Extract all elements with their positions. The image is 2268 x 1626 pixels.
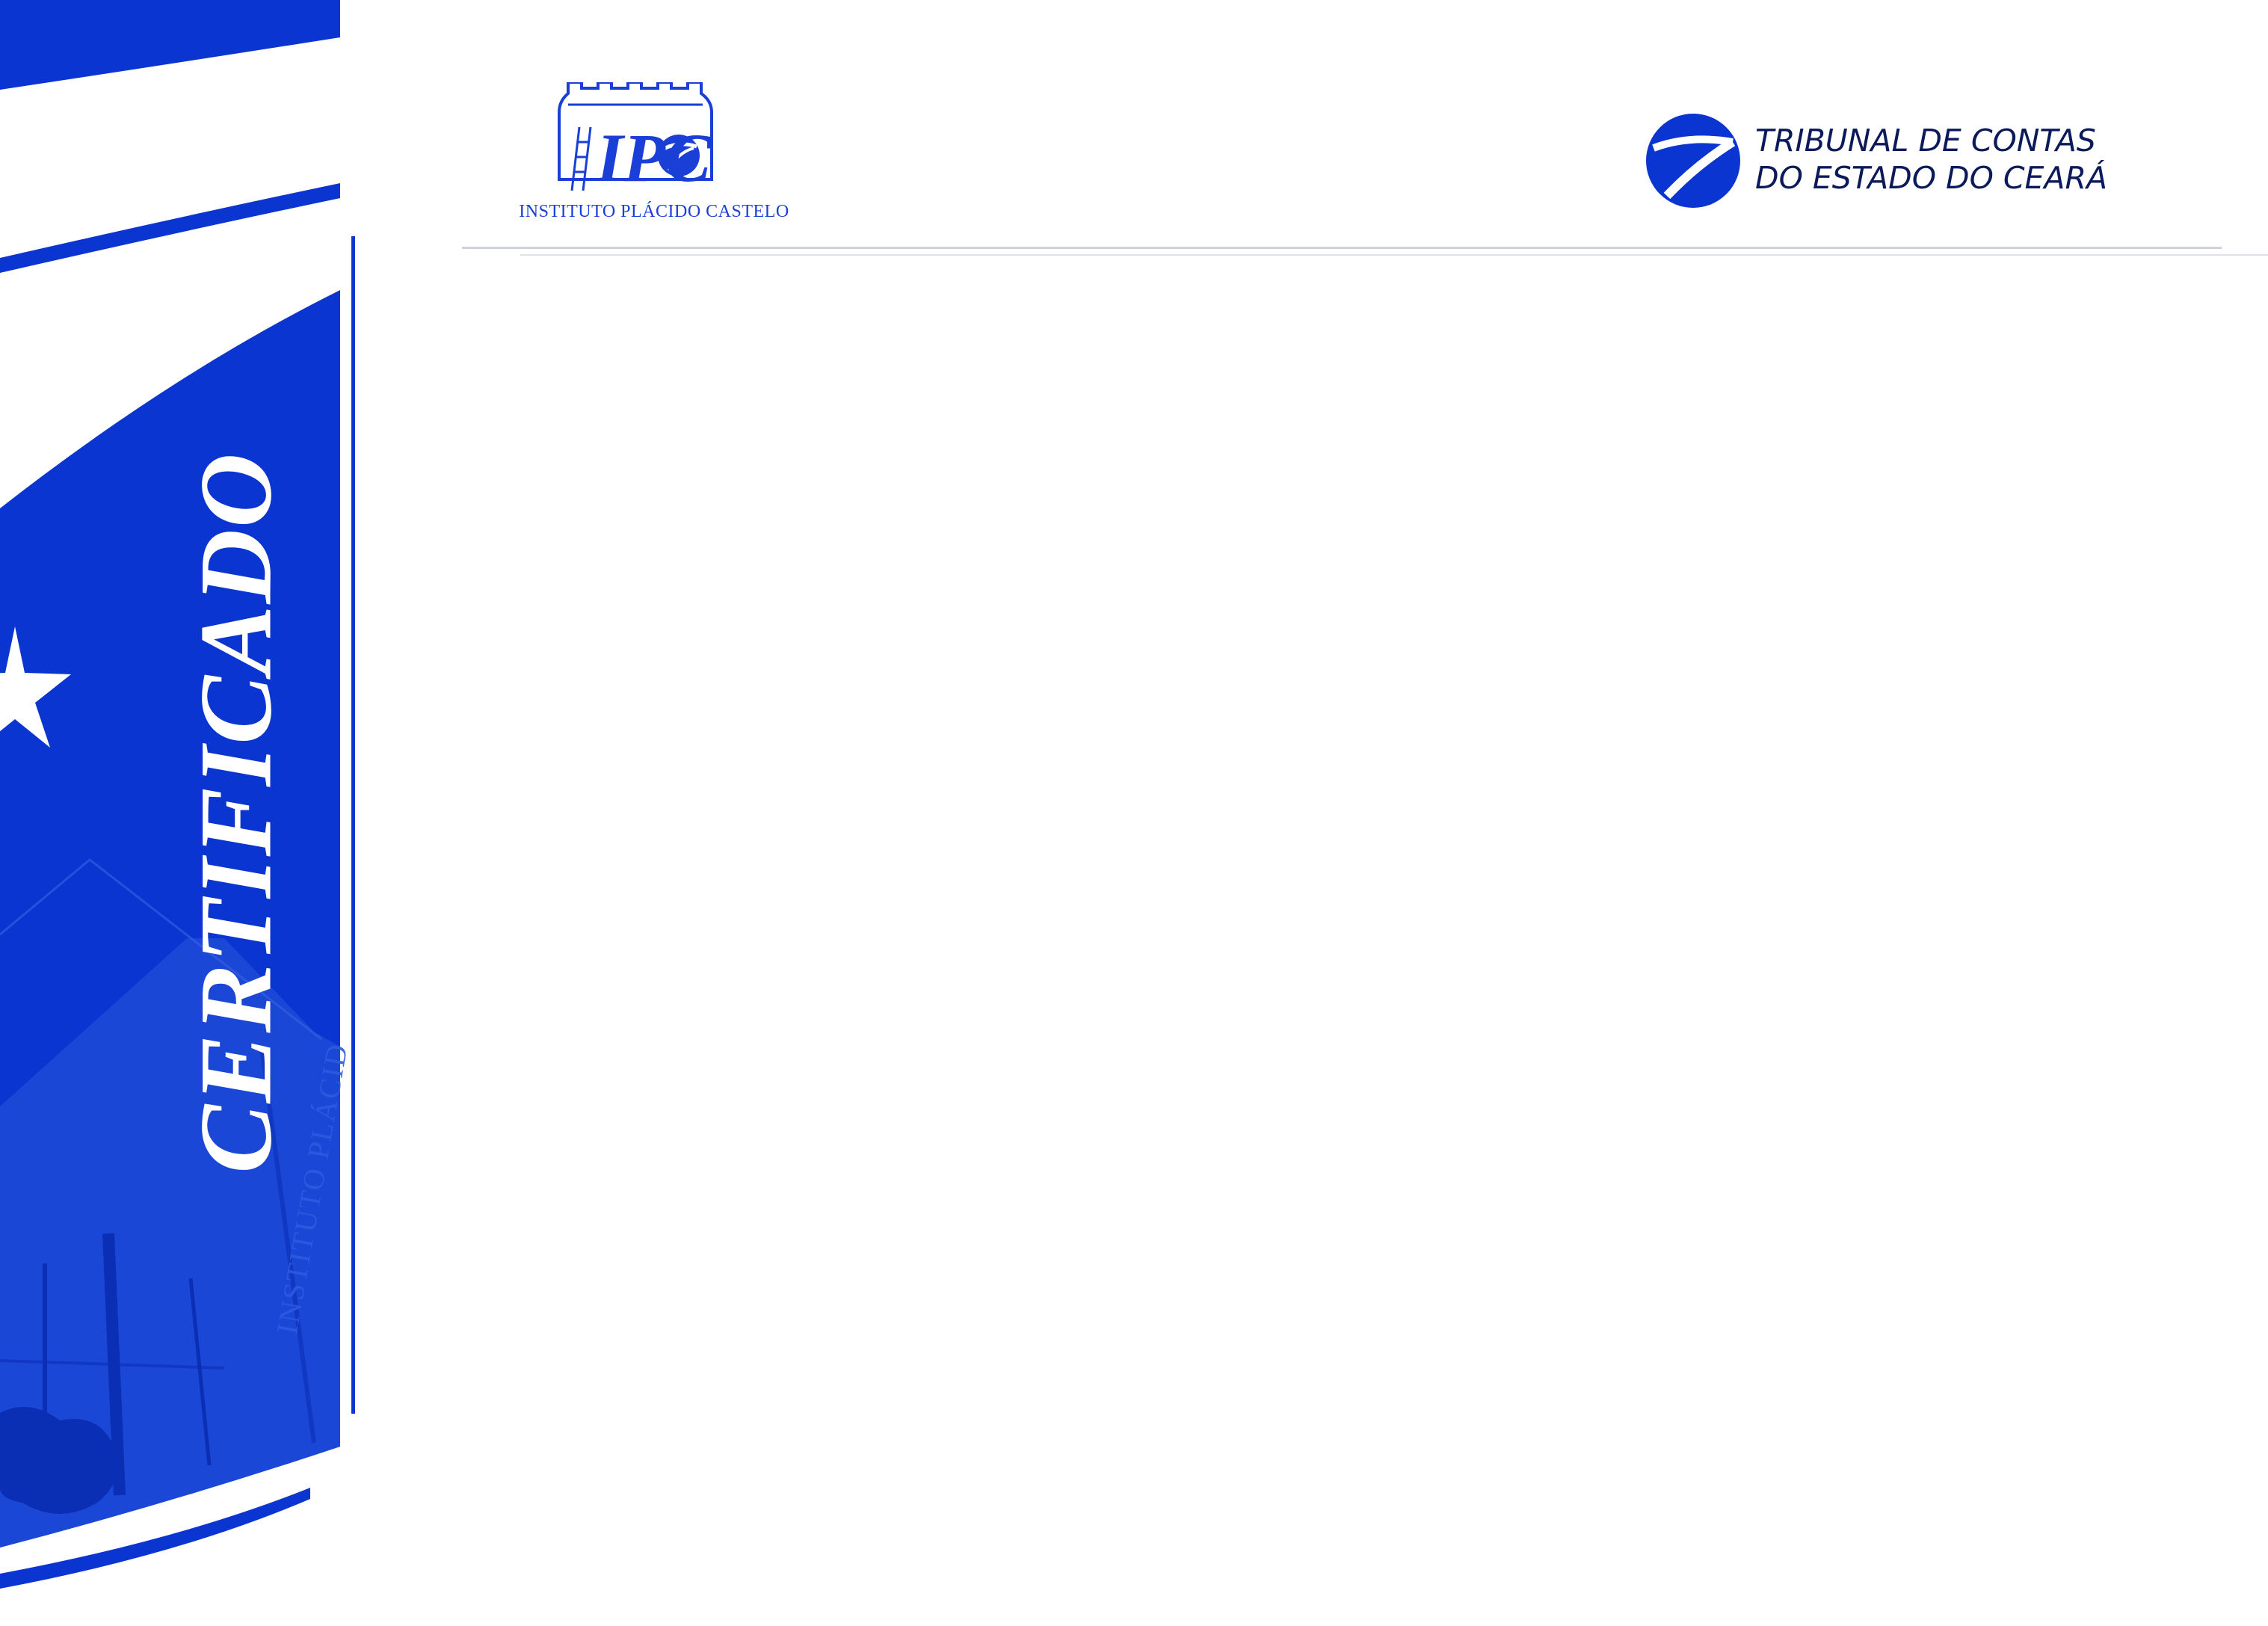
vertical-divider [351, 236, 355, 1414]
ipc-logo: IPC INSTITUTO PLÁCIDO CASTELO [516, 82, 792, 228]
tce-emblem-icon [1646, 114, 1740, 208]
tce-name-line2: DO ESTADO DO CEARÁ [1755, 160, 2107, 196]
svg-text:IPC: IPC [596, 120, 712, 196]
tce-name: TRIBUNAL DE CONTAS DO ESTADO DO CEARÁ [1755, 122, 2107, 197]
tce-name-line1: TRIBUNAL DE CONTAS [1755, 123, 2096, 158]
header-divider [462, 247, 2222, 249]
tce-logo: TRIBUNAL DE CONTAS DO ESTADO DO CEARÁ [1645, 108, 2153, 213]
ipc-caption: INSTITUTO PLÁCIDO CASTELO [519, 202, 789, 221]
header-divider-secondary [520, 254, 2268, 256]
certificate-title: CERTIFICADO [178, 452, 293, 1174]
castle-tower-icon: IPC [558, 82, 713, 196]
